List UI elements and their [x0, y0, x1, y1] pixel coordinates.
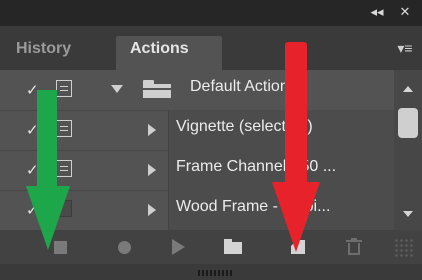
panel-bottom-edge [0, 264, 422, 280]
green-annotation-arrow [26, 90, 70, 254]
disclosure-triangle-expanded-icon[interactable] [111, 85, 123, 93]
close-icon[interactable]: ✕ [396, 4, 414, 22]
panel-title-bar: ◂◂ ✕ [0, 0, 422, 26]
folder-icon [143, 80, 171, 100]
collapse-icon[interactable]: ◂◂ [368, 4, 386, 22]
delete-icon[interactable] [340, 230, 370, 264]
panel-menu-icon[interactable]: ▾≡ [394, 40, 416, 56]
create-new-set-icon[interactable] [218, 230, 248, 264]
resize-grip-icon[interactable] [394, 238, 414, 258]
tab-actions[interactable]: Actions [116, 36, 222, 70]
scroll-thumb[interactable] [398, 108, 418, 138]
disclosure-triangle-collapsed-icon[interactable] [148, 204, 156, 216]
red-annotation-arrow [272, 42, 320, 254]
tab-history[interactable]: History [2, 36, 85, 70]
panel-resize-handle[interactable] [198, 270, 234, 276]
scroll-up-icon[interactable] [403, 86, 413, 92]
vertical-scrollbar[interactable] [394, 70, 422, 230]
actions-panel: ◂◂ ✕ History Actions ▾≡ ✓ Default Action… [0, 0, 422, 280]
begin-recording-icon[interactable] [110, 230, 140, 264]
tab-bar: History Actions ▾≡ [0, 26, 422, 70]
disclosure-triangle-collapsed-icon[interactable] [148, 124, 156, 136]
scroll-down-icon[interactable] [403, 211, 413, 217]
disclosure-triangle-collapsed-icon[interactable] [148, 164, 156, 176]
play-selection-icon[interactable] [162, 230, 192, 264]
